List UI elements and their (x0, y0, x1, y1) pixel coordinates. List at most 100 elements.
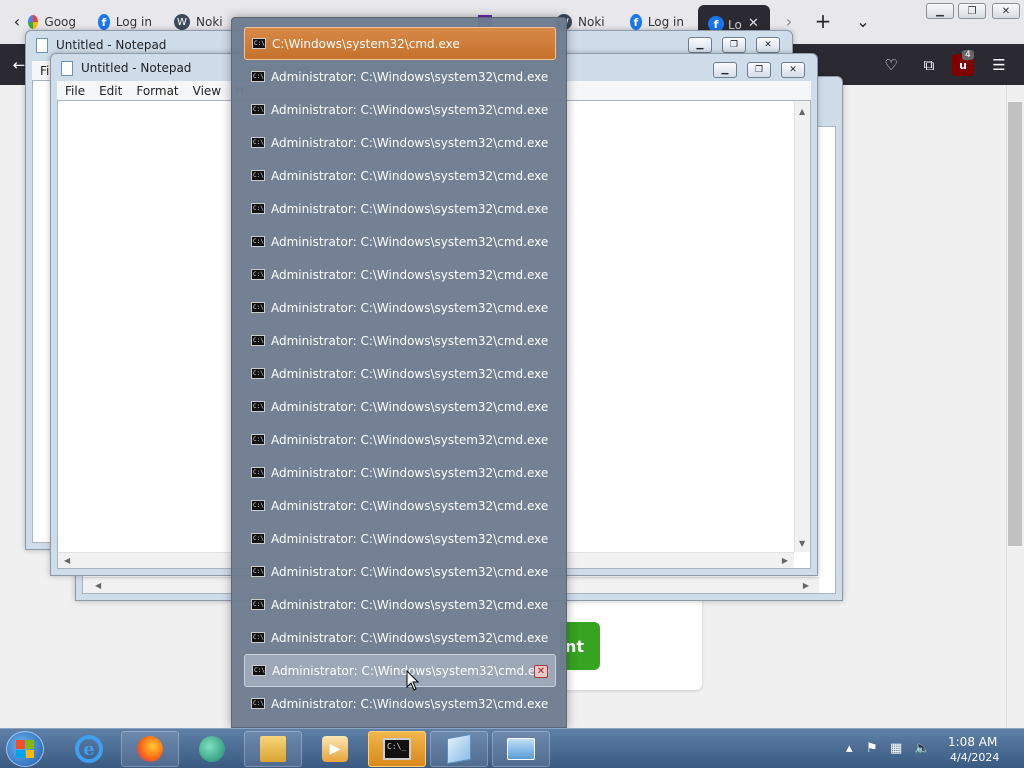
scroll-right-icon[interactable]: ▶ (803, 581, 809, 590)
wordpress-icon: W (174, 14, 190, 30)
maximize-button[interactable]: ❐ (722, 37, 746, 53)
jumplist-item-label: Administrator: C:\Windows\system32\cmd.e… (271, 531, 549, 546)
clock-date[interactable]: 4/4/2024 (950, 751, 999, 764)
jumplist-window-item[interactable]: C:\ Administrator: C:\Windows\system32\cm… (244, 258, 556, 291)
menu-file[interactable]: File (65, 84, 85, 98)
tab-label: Noki (196, 15, 223, 29)
scroll-left-icon[interactable]: ◀ (95, 581, 101, 590)
scroll-down-icon[interactable]: ▼ (799, 539, 805, 548)
jumplist-window-item[interactable]: C:\ Administrator: C:\Windows\system32\cm… (244, 654, 556, 687)
notepad-icon (36, 38, 48, 53)
file-explorer-icon (260, 736, 286, 762)
jumplist-window-item[interactable]: C:\ Administrator: C:\Windows\system32\cm… (244, 126, 556, 159)
minimize-button[interactable]: ▁ (713, 62, 737, 78)
taskbar-firefox[interactable] (121, 731, 179, 767)
jumplist-window-item[interactable]: C:\ Administrator: C:\Windows\system32\cm… (244, 159, 556, 192)
scroll-up-icon[interactable]: ▲ (799, 107, 805, 116)
cmd-icon: C:\ (251, 698, 265, 709)
jumplist-item-label: Administrator: C:\Windows\system32\cmd.e… (271, 168, 549, 183)
window-title: Untitled - Notepad (81, 61, 192, 75)
jumplist-window-item[interactable]: C:\ Administrator: C:\Windows\system32\cm… (244, 324, 556, 357)
start-button[interactable] (6, 731, 44, 767)
window-title: Untitled - Notepad (56, 38, 167, 52)
scroll-right-icon[interactable]: ▶ (782, 556, 788, 565)
volume-muted-icon[interactable]: 🔈 (914, 741, 930, 756)
close-button[interactable]: ✕ (756, 37, 780, 53)
cmd-icon: C:\ (251, 566, 265, 577)
jumplist-item-label: Administrator: C:\Windows\system32\cmd.e… (271, 69, 549, 84)
jumplist-item-label: Administrator: C:\Windows\system32\cmd.e… (271, 432, 549, 447)
jumplist-window-item[interactable]: C:\ Administrator: C:\Windows\system32\cm… (244, 390, 556, 423)
minimize-button[interactable]: ▁ (688, 37, 712, 53)
cmd-icon: C:\ (251, 599, 265, 610)
jumplist-window-item[interactable]: C:\ Administrator: C:\Windows\system32\cm… (244, 687, 556, 720)
action-center-flag-icon[interactable]: ⚑ (866, 741, 878, 756)
cmd-icon: C:\ (251, 269, 265, 280)
jumplist-window-item[interactable]: C:\ C:\Windows\system32\cmd.exe (244, 27, 556, 60)
cmd-icon: C:\ (251, 71, 265, 82)
browser-minimize-button[interactable]: ▁ (926, 3, 954, 19)
jumplist-item-label: Administrator: C:\Windows\system32\cmd.e… (271, 234, 549, 249)
extensions-icon[interactable]: ⧉ (918, 54, 940, 76)
cmd-icon: C:\ (252, 665, 266, 676)
notepad-icon (447, 733, 471, 765)
clock-time[interactable]: 1:08 AM (948, 735, 997, 749)
browser-restore-button[interactable]: ❐ (958, 3, 986, 19)
cmd-icon: C:\ (251, 137, 265, 148)
menu-format[interactable]: Format (136, 84, 178, 98)
cmd-icon: C:\ (251, 434, 265, 445)
menu-file[interactable]: Fi (40, 64, 49, 78)
jumplist-window-item[interactable]: C:\ Administrator: C:\Windows\system32\cm… (244, 588, 556, 621)
jumplist-window-item[interactable]: C:\ Administrator: C:\Windows\system32\cm… (244, 489, 556, 522)
firefox-icon (137, 736, 163, 762)
scroll-left-icon[interactable]: ◀ (64, 556, 70, 565)
jumplist-window-item[interactable]: C:\ Administrator: C:\Windows\system32\cm… (244, 192, 556, 225)
vertical-scrollbar[interactable]: ▲ ▼ (794, 101, 810, 552)
close-button[interactable]: ✕ (781, 62, 805, 78)
jumplist-window-item[interactable]: C:\ Administrator: C:\Windows\system32\cm… (244, 357, 556, 390)
close-tab-icon[interactable]: ✕ (748, 16, 759, 31)
menu-view[interactable]: View (193, 84, 221, 98)
jumplist-item-label: Administrator: C:\Windows\system32\cmd.e… (271, 366, 549, 381)
taskbar-control-panel[interactable] (492, 731, 550, 767)
taskbar-cmd[interactable]: C:\_ (368, 731, 426, 767)
taskbar-notepad[interactable] (430, 731, 488, 767)
maximize-button[interactable]: ❐ (747, 62, 771, 78)
jumplist-window-item[interactable]: C:\ Administrator: C:\Windows\system32\cm… (244, 93, 556, 126)
control-panel-icon (507, 738, 535, 760)
cmd-icon: C:\ (251, 236, 265, 247)
cmd-icon: C:\ (251, 401, 265, 412)
facebook-icon: f (98, 14, 110, 30)
taskbar-internet-explorer[interactable]: e (60, 731, 118, 767)
jumplist-window-item[interactable]: C:\ Administrator: C:\Windows\system32\cm… (244, 522, 556, 555)
menu-edit[interactable]: Edit (99, 84, 122, 98)
jumplist-item-label: Administrator: C:\Windows\system32\cmd.e… (271, 630, 549, 645)
tabs-scroll-right-icon[interactable]: › (778, 10, 800, 32)
browser-close-button[interactable]: ✕ (992, 3, 1020, 19)
show-hidden-icons-icon[interactable]: ▴ (846, 741, 853, 756)
list-all-tabs-icon[interactable]: ⌄ (852, 10, 874, 32)
taskbar-file-explorer[interactable] (244, 731, 302, 767)
jumplist-window-item[interactable]: C:\ Administrator: C:\Windows\system32\cm… (244, 555, 556, 588)
media-player-icon: ▶ (322, 736, 348, 762)
taskbar-chat-app[interactable] (183, 731, 241, 767)
jumplist-window-item[interactable]: C:\ Administrator: C:\Windows\system32\cm… (244, 291, 556, 324)
jumplist-item-label: Administrator: C:\Windows\system32\cmd.e… (271, 597, 549, 612)
menu-hamburger-icon[interactable]: ☰ (988, 54, 1010, 76)
google-icon (28, 15, 39, 29)
jumplist-item-label: Administrator: C:\Windows\system32\cmd.e… (271, 267, 549, 282)
jumplist-window-item[interactable]: C:\ Administrator: C:\Windows\system32\cm… (244, 423, 556, 456)
new-tab-icon[interactable]: + (812, 9, 834, 33)
jumplist-item-label: Administrator: C:\Windows\system32\cmd.e… (271, 498, 549, 513)
jumplist-window-item[interactable]: C:\ Administrator: C:\Windows\system32\cm… (244, 621, 556, 654)
cmd-icon: C:\ (251, 104, 265, 115)
jumplist-window-item[interactable]: C:\ Administrator: C:\Windows\system32\cm… (244, 456, 556, 489)
page-scroll-thumb[interactable] (1008, 102, 1022, 546)
close-window-icon[interactable]: ✕ (534, 665, 548, 678)
jumplist-window-item[interactable]: C:\ Administrator: C:\Windows\system32\cm… (244, 60, 556, 93)
tabs-scroll-left-icon[interactable]: ‹ (6, 10, 28, 32)
taskbar-media-player[interactable]: ▶ (306, 731, 364, 767)
jumplist-window-item[interactable]: C:\ Administrator: C:\Windows\system32\cm… (244, 225, 556, 258)
pocket-icon[interactable]: ♡ (880, 54, 902, 76)
network-icon[interactable]: ▦ (890, 741, 902, 756)
